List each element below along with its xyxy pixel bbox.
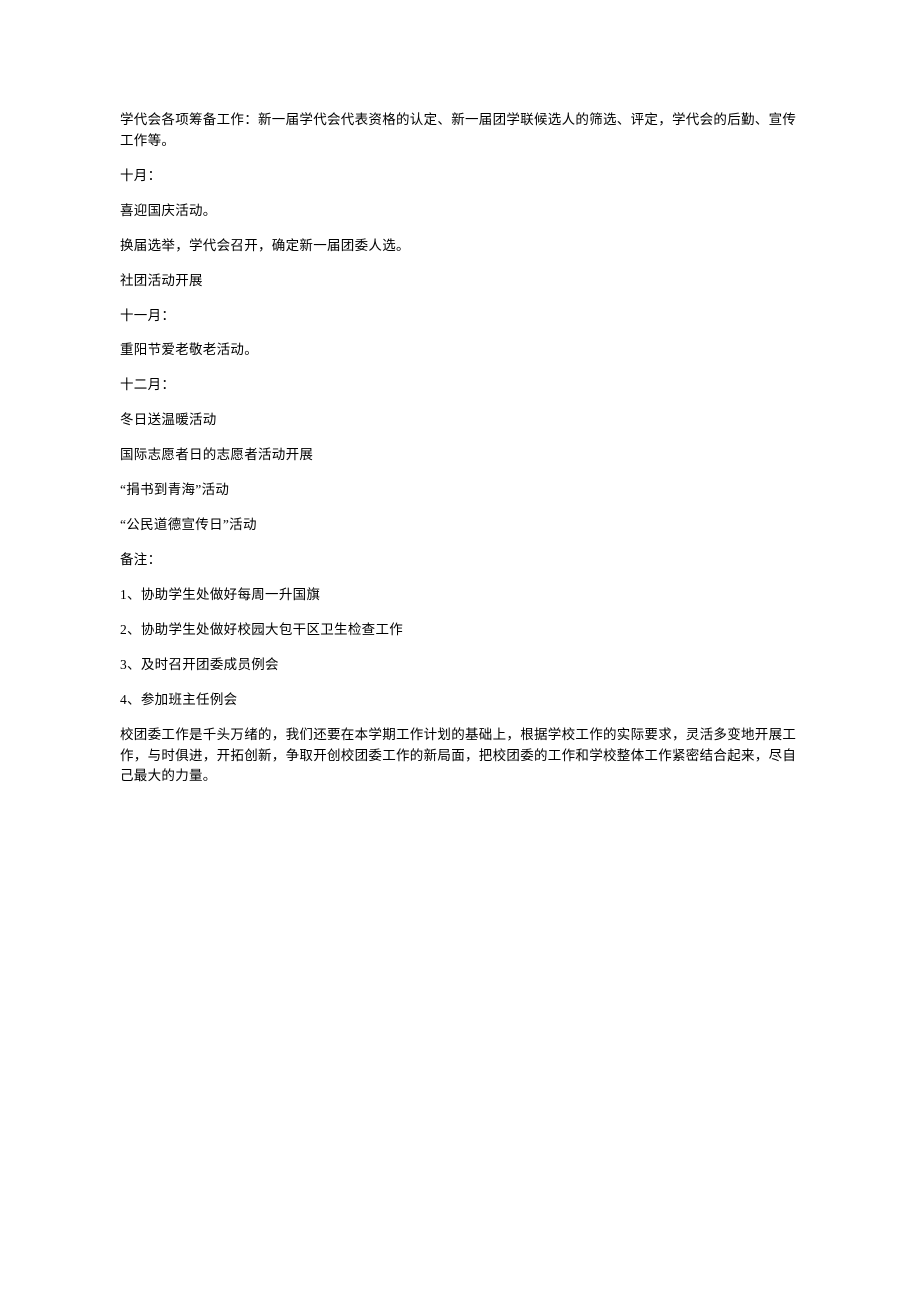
paragraph-text: 十二月： [120, 375, 800, 396]
paragraph-text: 国际志愿者日的志愿者活动开展 [120, 445, 800, 466]
paragraph-text: 冬日送温暖活动 [120, 410, 800, 431]
paragraph-text: 3、及时召开团委成员例会 [120, 655, 800, 676]
paragraph-text: 校团委工作是千头万绪的，我们还要在本学期工作计划的基础上，根据学校工作的实际要求… [120, 725, 800, 788]
paragraph-text: 1、协助学生处做好每周一升国旗 [120, 585, 800, 606]
paragraph-text: 十一月： [120, 306, 800, 327]
paragraph-text: 十月： [120, 166, 800, 187]
paragraph-text: 学代会各项筹备工作：新一届学代会代表资格的认定、新一届团学联候选人的筛选、评定，… [120, 110, 800, 152]
paragraph-text: 社团活动开展 [120, 271, 800, 292]
paragraph-text: 喜迎国庆活动。 [120, 201, 800, 222]
paragraph-text: 4、参加班主任例会 [120, 690, 800, 711]
paragraph-text: 2、协助学生处做好校园大包干区卫生检查工作 [120, 620, 800, 641]
paragraph-text: 换届选举，学代会召开，确定新一届团委人选。 [120, 236, 800, 257]
paragraph-text: “公民道德宣传日”活动 [120, 515, 800, 536]
paragraph-text: 重阳节爱老敬老活动。 [120, 340, 800, 361]
paragraph-text: 备注： [120, 550, 800, 571]
paragraph-text: “捐书到青海”活动 [120, 480, 800, 501]
